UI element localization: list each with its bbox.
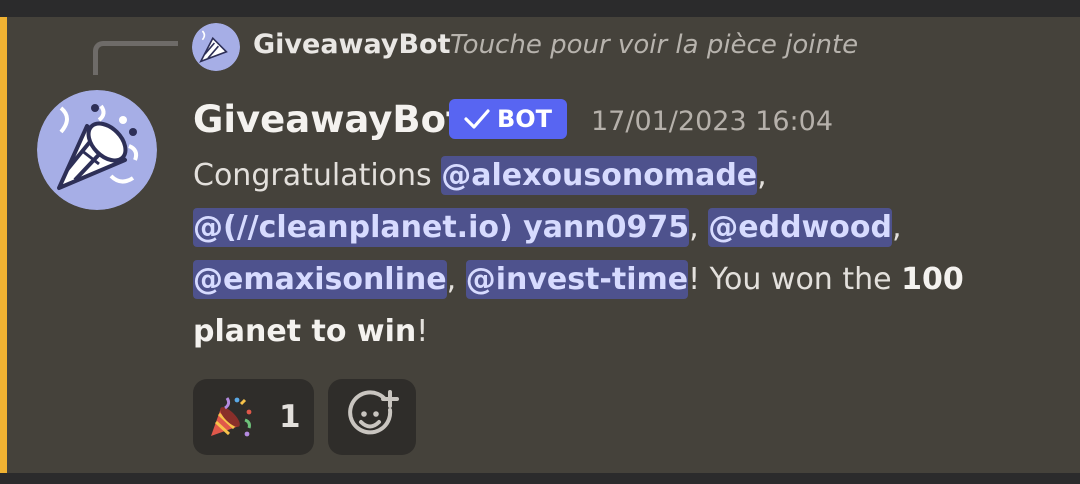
user-mention[interactable]: @emaxisonline [193,260,447,299]
reply-connector [93,41,178,75]
bot-tag-label: BOT [496,105,553,133]
author-avatar[interactable] [37,90,157,210]
reply-author-name[interactable]: GiveawayBot [253,28,451,62]
highlight-accent-bar [0,17,7,473]
reply-avatar[interactable] [192,23,240,71]
message-text-prefix: Congratulations [193,158,442,193]
reaction-count: 1 [279,399,301,435]
bot-tag: BOT [449,99,567,139]
add-reaction-icon [348,390,399,435]
message-timestamp[interactable]: 17/01/2023 16:04 [591,105,833,139]
party-popper-avatar-icon [37,90,157,210]
message-container[interactable]: GiveawayBot Touche pour voir la pièce jo… [0,17,1080,473]
party-popper-avatar-icon [192,23,240,71]
message-content: Congratulations @alexousonomade, @(//clea… [193,150,1013,358]
user-mention[interactable]: @(//cleanplanet.io) yann0975 [193,208,690,247]
mention-separator: , [891,210,902,245]
mention-separator: , [689,210,699,245]
reply-preview-text[interactable]: Touche pour voir la pièce jointe [450,28,858,62]
user-mention[interactable]: @invest-time [465,260,689,299]
user-mention[interactable]: @alexousonomade [441,156,758,195]
add-reaction-button[interactable] [328,379,416,455]
checkmark-icon [464,109,490,129]
user-mention[interactable]: @eddwood [708,208,892,247]
mention-separator: , [757,158,767,193]
reaction-button[interactable]: 1 [193,379,314,455]
mention-separator: , [446,262,457,297]
message-text-middle: ! You won the [688,262,902,297]
message-text-end: ! [416,314,429,349]
party-popper-emoji-icon [211,397,252,437]
author-name[interactable]: GiveawayBot [193,97,464,143]
